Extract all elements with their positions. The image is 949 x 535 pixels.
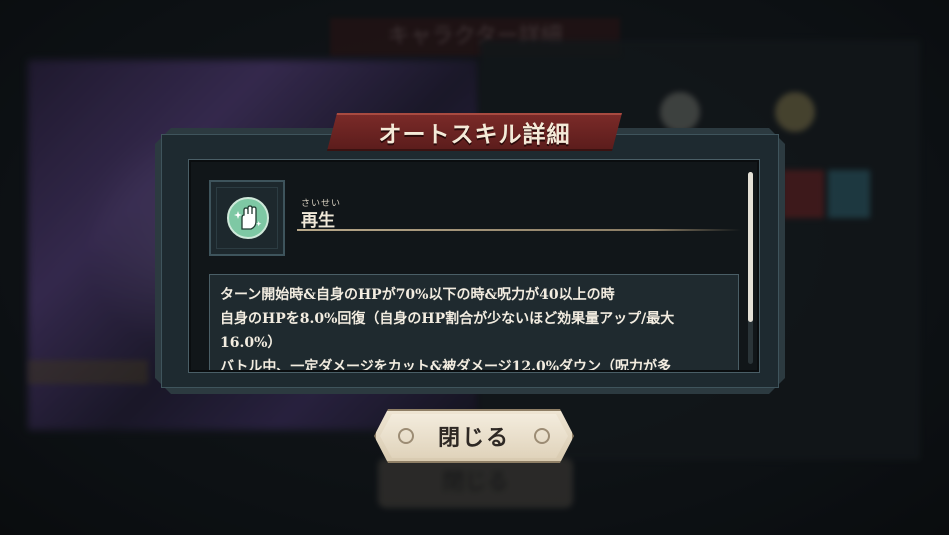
scrollbar-thumb[interactable] xyxy=(748,172,753,322)
skill-description-line: 16.0%） xyxy=(220,335,282,351)
healing-hand-icon xyxy=(227,197,269,239)
skill-name-underline xyxy=(297,229,741,231)
modal-title-ribbon: オートスキル詳細 xyxy=(327,113,622,151)
close-button-label: 閉じる xyxy=(437,425,510,451)
skill-description-line: ターン開始時&自身のHPが70%以下の時&呪力が40以上の時 xyxy=(220,287,615,303)
skill-description-line: 自身のHPを8.0%回復（自身のHP割合が少ないほど効果量アップ/最大 xyxy=(220,311,675,327)
description-scrollbar[interactable] xyxy=(748,172,753,364)
auto-skill-detail-modal: さいせい 再生 ターン開始時&自身のHPが70%以下の時&呪力が40以上の時 自… xyxy=(155,128,785,394)
close-button[interactable]: 閉じる xyxy=(374,409,574,463)
modal-title: オートスキル詳細 xyxy=(378,121,571,148)
skill-icon-frame xyxy=(209,180,285,256)
skill-name: 再生 xyxy=(301,211,335,231)
skill-description-line: バトル中、一定ダメージをカット&被ダメージ12.0%ダウン（呪力が多 xyxy=(220,359,672,372)
skill-description-box[interactable]: ターン開始時&自身のHPが70%以下の時&呪力が40以上の時 自身のHPを8.0… xyxy=(209,274,739,372)
modal-content: さいせい 再生 ターン開始時&自身のHPが70%以下の時&呪力が40以上の時 自… xyxy=(189,160,759,372)
